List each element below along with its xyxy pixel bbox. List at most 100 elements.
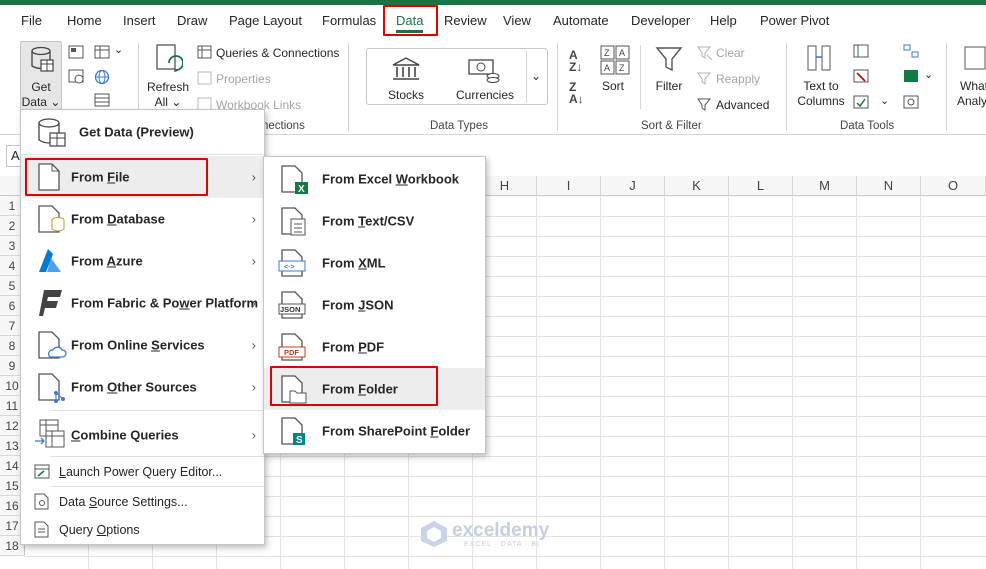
- chevron-down-icon: ⌄: [880, 95, 890, 107]
- filter-icon[interactable]: [655, 45, 683, 73]
- combine-queries-item[interactable]: Combine Queries ›: [21, 413, 264, 457]
- text-to-columns-label-2[interactable]: Columns: [793, 94, 849, 109]
- sort-filter-group-label: Sort & Filter: [641, 120, 702, 132]
- svg-text:A: A: [604, 63, 610, 73]
- what-if-label-2[interactable]: Analy: [957, 94, 986, 109]
- ribbon-separator: [557, 43, 558, 131]
- from-picture-icon[interactable]: [68, 45, 84, 59]
- properties-button[interactable]: Properties: [216, 72, 271, 86]
- from-online-services-label: From Online Services: [71, 337, 205, 353]
- from-file-submenu: X From Excel Workbook From Text/CSV <·> …: [263, 156, 486, 454]
- svg-text:Z: Z: [604, 48, 610, 58]
- reapply-button[interactable]: Reapply: [716, 72, 760, 86]
- recent-sources-icon[interactable]: [68, 69, 84, 85]
- what-if-analysis-icon[interactable]: [964, 45, 986, 73]
- launch-power-query-editor-item[interactable]: Launch Power Query Editor...: [21, 458, 264, 485]
- consolidate-icon[interactable]: [903, 44, 919, 58]
- database-table-icon: [31, 46, 54, 72]
- from-fabric-power-platform-item[interactable]: From Fabric & Power Platform ›: [21, 282, 264, 324]
- chevron-right-icon: ›: [251, 337, 256, 353]
- stocks-button[interactable]: Stocks: [381, 88, 431, 103]
- from-text-csv-item[interactable]: From Text/CSV: [264, 200, 485, 242]
- from-json-item[interactable]: JSON From JSON: [264, 284, 485, 326]
- data-validation-icon[interactable]: [853, 95, 869, 109]
- query-options-item[interactable]: Query Options: [21, 516, 264, 543]
- tab-view[interactable]: View: [503, 13, 531, 28]
- sort-ascending-icon[interactable]: A Z↓: [569, 49, 582, 73]
- text-to-columns-label-1[interactable]: Text to: [793, 79, 849, 94]
- text-to-columns-icon[interactable]: [806, 45, 834, 75]
- column-header-i[interactable]: I: [537, 176, 601, 196]
- advanced-button[interactable]: Advanced: [716, 98, 769, 112]
- tab-insert[interactable]: Insert: [123, 13, 156, 28]
- stocks-icon[interactable]: [391, 56, 421, 82]
- column-header-n[interactable]: N: [857, 176, 921, 196]
- launch-power-query-editor-label: Launch Power Query Editor...: [59, 464, 223, 479]
- gridline: [920, 196, 921, 569]
- refresh-all-label-2[interactable]: All ⌄: [144, 95, 192, 110]
- from-sharepoint-folder-item[interactable]: S From SharePoint Folder: [264, 410, 485, 452]
- ribbon-separator: [348, 43, 349, 131]
- get-data-preview-item[interactable]: Get Data (Preview): [21, 110, 264, 154]
- currencies-icon[interactable]: [467, 56, 501, 84]
- queries-connections-button[interactable]: Queries & Connections: [216, 46, 339, 60]
- from-other-sources-item[interactable]: From Other Sources ›: [21, 366, 264, 408]
- chevron-right-icon: ›: [251, 295, 256, 311]
- database-table-icon: [38, 118, 66, 147]
- from-pdf-item[interactable]: PDF From PDF: [264, 326, 485, 368]
- from-table-icon[interactable]: [94, 93, 110, 107]
- gridline: [536, 196, 537, 569]
- from-database-item[interactable]: From Database ›: [21, 198, 264, 240]
- tab-home[interactable]: Home: [67, 13, 102, 28]
- from-azure-item[interactable]: From Azure ›: [21, 240, 264, 282]
- from-web-icon[interactable]: [94, 69, 110, 85]
- from-xml-item[interactable]: <·> From XML: [264, 242, 485, 284]
- tab-file[interactable]: File: [21, 13, 42, 28]
- tab-developer[interactable]: Developer: [631, 13, 690, 28]
- from-fabric-label: From Fabric & Power Platform: [71, 295, 259, 311]
- column-header-m[interactable]: M: [793, 176, 857, 196]
- filter-button[interactable]: Filter: [650, 79, 688, 94]
- remove-duplicates-icon[interactable]: [853, 69, 869, 83]
- sort-descending-icon[interactable]: Z A↓: [569, 81, 584, 105]
- flash-fill-icon[interactable]: [853, 44, 869, 58]
- tab-review[interactable]: Review: [444, 13, 487, 28]
- watermark-tagline: EXCEL · DATA · BI: [464, 541, 540, 548]
- currencies-button[interactable]: Currencies: [452, 88, 518, 103]
- from-online-services-item[interactable]: From Online Services ›: [21, 324, 264, 366]
- tab-formulas[interactable]: Formulas: [322, 13, 376, 28]
- advanced-filter-icon: [697, 98, 712, 111]
- data-tab-highlight: [383, 5, 438, 36]
- data-source-settings-item[interactable]: Data Source Settings...: [21, 488, 264, 515]
- tab-page-layout[interactable]: Page Layout: [229, 13, 302, 28]
- sort-dialog-icon[interactable]: ZA AZ: [600, 45, 630, 75]
- from-xml-label: From XML: [322, 255, 386, 271]
- data-types-more-button[interactable]: ⌄: [526, 51, 545, 102]
- column-header-j[interactable]: J: [601, 176, 665, 196]
- tab-automate[interactable]: Automate: [553, 13, 609, 28]
- sort-button[interactable]: Sort: [598, 79, 628, 94]
- clear-button[interactable]: Clear: [716, 46, 745, 60]
- column-header-o[interactable]: O: [921, 176, 986, 196]
- from-text-csv-label: From Text/CSV: [322, 213, 415, 229]
- queries-connections-group-label: nections: [262, 120, 305, 132]
- from-file-highlight: [25, 158, 208, 196]
- get-data-button[interactable]: Get Data ⌄: [20, 41, 62, 111]
- azure-icon: [39, 249, 61, 272]
- svg-text:<·>: <·>: [284, 264, 295, 271]
- refresh-all-icon[interactable]: [155, 43, 183, 77]
- refresh-all-label-1[interactable]: Refresh: [144, 80, 192, 95]
- tab-draw[interactable]: Draw: [177, 13, 207, 28]
- from-json-label: From JSON: [322, 297, 394, 313]
- column-header-k[interactable]: K: [665, 176, 729, 196]
- from-text-csv-icon[interactable]: [94, 45, 110, 59]
- column-header-l[interactable]: L: [729, 176, 793, 196]
- from-excel-workbook-item[interactable]: X From Excel Workbook: [264, 158, 485, 200]
- chevron-down-icon: ⌄: [924, 69, 934, 81]
- relationships-icon[interactable]: [903, 69, 919, 83]
- data-model-icon[interactable]: [903, 95, 919, 109]
- tab-help[interactable]: Help: [710, 13, 737, 28]
- tab-power-pivot[interactable]: Power Pivot: [760, 13, 829, 28]
- menu-separator: [21, 154, 264, 155]
- what-if-label-1[interactable]: What: [960, 79, 986, 94]
